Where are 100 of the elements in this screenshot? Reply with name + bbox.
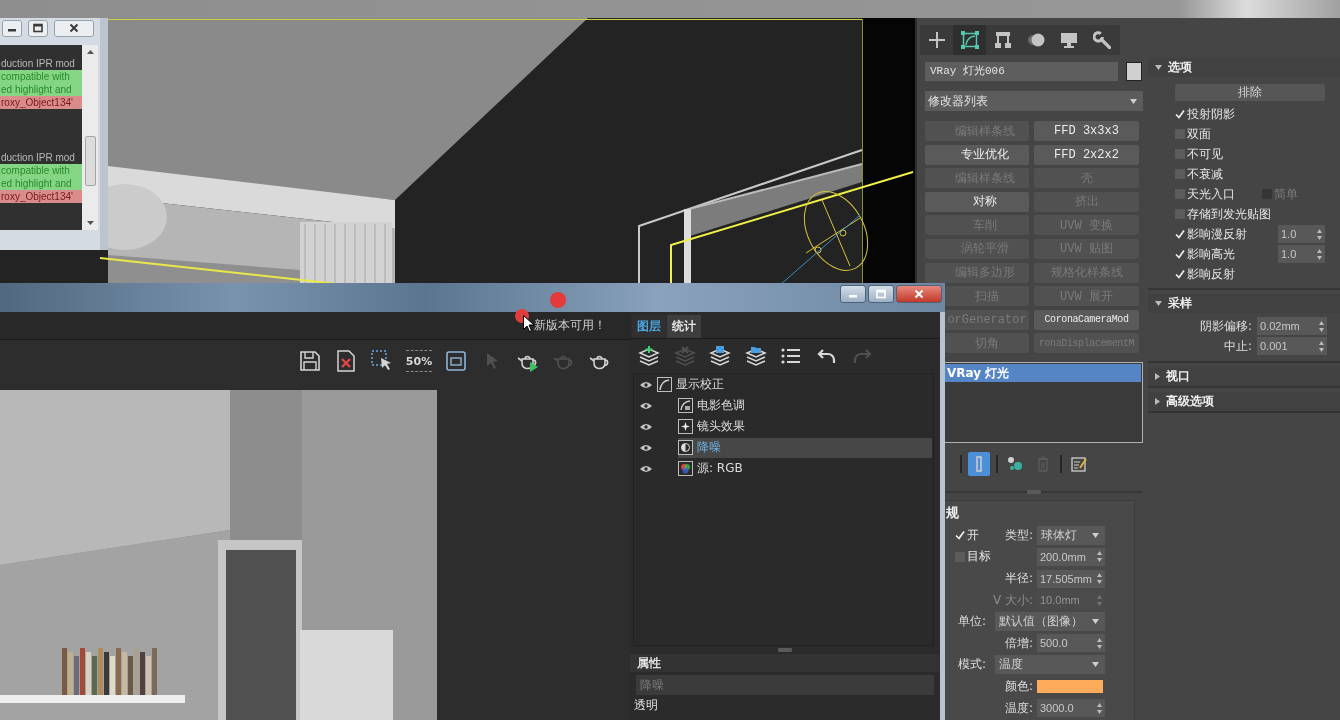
eye-icon[interactable] [640, 422, 652, 431]
layer-item[interactable]: 显示校正 [657, 374, 932, 395]
checkbox-label: 存储到发光贴图 [1187, 205, 1271, 223]
dropdown[interactable]: 温度 [995, 655, 1105, 675]
splitter-handle[interactable] [1027, 490, 1041, 495]
field-label: 半径: [1004, 570, 1034, 588]
eye-icon[interactable] [640, 380, 652, 389]
maximize-button[interactable] [868, 285, 894, 303]
panel-tab[interactable]: 图层 [632, 315, 666, 338]
wrench-icon [1092, 31, 1111, 49]
spinner-field[interactable]: 0.001 [1257, 337, 1327, 355]
checkbox-label: 天光入口 [1187, 185, 1235, 203]
color-swatch-icon[interactable] [1126, 61, 1142, 81]
circles-icon [1026, 31, 1045, 49]
layer-item[interactable]: 镜头效果 [678, 416, 932, 437]
layer-item[interactable]: 源: RGB [678, 458, 932, 479]
load-layers-button[interactable] [744, 345, 767, 367]
show-end-result-button[interactable] [968, 452, 990, 477]
curve-square-icon [960, 31, 979, 49]
rollout-title: 规 [945, 504, 960, 523]
field-label: V 大小: [992, 591, 1034, 609]
zoom-button[interactable]: 50% [406, 350, 432, 372]
clear-image-button[interactable] [334, 348, 358, 374]
rollout-header[interactable]: 采样 [1148, 294, 1340, 313]
caret-icon [1092, 532, 1099, 538]
field-label: 类型: [1004, 526, 1034, 544]
checkbox[interactable] [1175, 109, 1185, 119]
modifier-button[interactable]: FFD 3x3x3 [1034, 121, 1139, 141]
layer-add-icon [638, 346, 660, 366]
modifier-button[interactable]: CoronaCameraMod [1034, 309, 1139, 330]
spinner-field[interactable]: 500.0 [1037, 634, 1105, 653]
spinner-arrows-icon [1097, 594, 1102, 606]
caret-icon [1092, 662, 1099, 668]
checkbox[interactable] [1175, 229, 1185, 239]
save-button[interactable] [298, 348, 322, 374]
checkbox[interactable] [1175, 269, 1185, 279]
minimize-button[interactable] [840, 285, 866, 303]
maximize-icon [876, 289, 886, 299]
maximize-button[interactable] [28, 19, 48, 37]
frame-button[interactable] [444, 348, 468, 374]
checkbox[interactable] [1175, 249, 1185, 259]
dots-icon [1007, 456, 1023, 473]
half-circle-icon [678, 440, 693, 455]
panel-tab[interactable]: 统计 [667, 315, 701, 338]
checkbox-label: 不衰减 [1187, 165, 1223, 183]
modifier-button[interactable]: FFD 2x2x2 [1034, 144, 1139, 165]
checkbox-label: 影响高光 [1187, 245, 1235, 263]
undo-icon [815, 346, 838, 366]
field-label: 单位: [957, 613, 988, 631]
curve-icon [657, 377, 672, 392]
modify-tab[interactable] [953, 25, 986, 55]
eye-icon[interactable] [640, 464, 652, 473]
spinner-arrows-icon [1097, 702, 1102, 714]
minimize-button[interactable] [2, 19, 22, 37]
dropdown[interactable]: 默认值（图像） [995, 612, 1105, 632]
stack-item[interactable]: VRay 灯光 [945, 364, 1141, 383]
spinner-field[interactable]: 3000.0 [1037, 699, 1105, 718]
scrollbar-thumb[interactable] [84, 136, 96, 186]
maximize-icon [33, 23, 43, 33]
spinner-arrows-icon [1319, 320, 1324, 332]
eye-icon[interactable] [640, 443, 652, 452]
splitter-handle[interactable] [778, 647, 792, 652]
modifier-list-dropdown[interactable]: 修改器列表 [925, 91, 1143, 111]
spinner-field[interactable]: 17.505mm [1037, 569, 1105, 588]
update-notice[interactable]: 新版本可用！ [534, 318, 606, 333]
checkbox[interactable] [955, 530, 965, 541]
edit-icon [1071, 456, 1087, 473]
rollout-header[interactable]: 高级选项 [1148, 392, 1340, 411]
modifier-button[interactable]: 专业优化 [925, 144, 1029, 165]
modifier-button[interactable]: 对称 [925, 191, 1029, 212]
checkbox-label: 开 [967, 526, 979, 544]
spinner-field[interactable]: 1.0 [1278, 245, 1325, 263]
scrollbar[interactable] [82, 45, 98, 230]
hierarchy-icon [993, 31, 1012, 49]
save-layers-button[interactable] [709, 345, 731, 367]
object-name-field[interactable]: VRay 灯光006 [925, 61, 1118, 81]
checkbox-label: 不可见 [1187, 145, 1223, 163]
spinner-field[interactable]: 0.02mm [1257, 317, 1327, 335]
spinner-field[interactable]: 1.0 [1278, 225, 1325, 243]
add-layer-button[interactable] [638, 345, 660, 367]
close-icon [914, 289, 924, 299]
exclude-button[interactable]: 排除 [1175, 84, 1325, 101]
layer-item[interactable]: 电影色调 [678, 395, 932, 416]
mouse-pointer-icon [523, 315, 534, 332]
eye-icon[interactable] [640, 401, 652, 410]
field-label: 温度: [1004, 699, 1034, 717]
rollout-header[interactable]: 视口 [1148, 367, 1340, 386]
layer-name-field[interactable]: 降噪 [636, 675, 934, 695]
rollout-header[interactable]: 选项 [1148, 58, 1340, 77]
color-swatch-icon[interactable] [1037, 680, 1103, 693]
properties-title: 属性 [630, 654, 940, 672]
document-x-icon [335, 350, 357, 372]
spinner-arrows-icon [1317, 248, 1322, 260]
layer-item[interactable]: 降噪 [678, 437, 932, 458]
frame-icon [445, 350, 467, 372]
dropdown[interactable]: 球体灯 [1037, 525, 1105, 545]
spinner-arrows-icon [1097, 551, 1102, 563]
close-button[interactable] [896, 285, 942, 303]
spinner-field[interactable]: 200.0mm [1037, 547, 1105, 566]
close-button[interactable] [54, 19, 94, 37]
